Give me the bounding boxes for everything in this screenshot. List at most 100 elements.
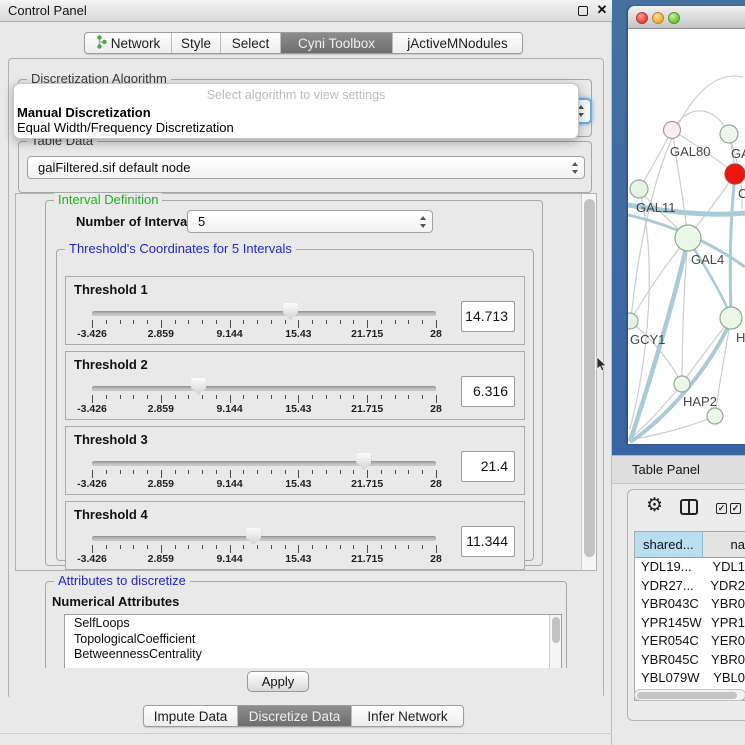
checkbox-icon[interactable]: ✓: [730, 503, 741, 514]
table-row[interactable]: YER054CYER0: [635, 632, 745, 651]
tab-label: Style: [181, 36, 211, 51]
network-node-hap2[interactable]: [674, 376, 690, 392]
node-label: GCY1: [630, 332, 665, 347]
vertical-scrollbar[interactable]: [581, 194, 596, 570]
attributes-legend: Attributes to discretize: [54, 574, 190, 588]
network-view-window: GAL80GACGAL11GAL4GCY1HHAP2: [628, 6, 745, 444]
horizontal-scrollbar[interactable]: [634, 689, 745, 701]
network-node-gal80[interactable]: [664, 122, 681, 139]
tab-impute-data[interactable]: Impute Data: [144, 706, 237, 726]
zoom-traffic-light[interactable]: [668, 12, 680, 24]
tab-network[interactable]: Network: [85, 33, 171, 53]
tab-style[interactable]: Style: [171, 33, 220, 53]
node-label: GAL11: [636, 200, 676, 215]
attribute-list-item[interactable]: TopologicalCoefficient: [65, 631, 561, 647]
gear-icon[interactable]: ⚙: [646, 495, 663, 517]
close-icon[interactable]: ✕: [594, 2, 610, 18]
slider-thumb[interactable]: [191, 378, 206, 395]
tab-label: Network: [111, 36, 161, 51]
tab-select[interactable]: Select: [220, 33, 280, 53]
control-panel-titlebar: Control Panel ✕: [0, 0, 612, 22]
scrollbar-thumb[interactable]: [637, 692, 737, 699]
number-of-intervals-combobox[interactable]: 5: [187, 210, 433, 233]
cell-shared-name[interactable]: YDR27...: [635, 577, 704, 596]
minimize-traffic-light[interactable]: [652, 12, 664, 24]
slider-thumb[interactable]: [356, 453, 371, 470]
network-node-h[interactable]: [720, 307, 742, 329]
threshold-value-field[interactable]: 6.316: [461, 376, 515, 407]
dropdown-option-manual-discretization[interactable]: Manual Discretization: [17, 105, 151, 120]
slider-track[interactable]: [92, 311, 436, 316]
tab-infer-network[interactable]: Infer Network: [351, 706, 463, 726]
column-header-name[interactable]: na: [703, 532, 745, 557]
network-node-c[interactable]: [725, 164, 745, 184]
numerical-attributes-list[interactable]: SelfLoopsTopologicalCoefficientBetweenne…: [64, 614, 562, 670]
table-row[interactable]: YPR145WYPR1: [635, 614, 745, 633]
network-node-gal4[interactable]: [675, 225, 701, 251]
slider-thumb[interactable]: [283, 303, 298, 320]
node-table[interactable]: shared... na YDL19...YDL1YDR27...YDR2YBR…: [634, 531, 745, 701]
close-traffic-light[interactable]: [636, 12, 648, 24]
cell-shared-name[interactable]: YBL079W: [635, 669, 707, 688]
apply-button[interactable]: Apply: [247, 671, 309, 692]
slider-thumb[interactable]: [246, 528, 261, 545]
tab-label: Select: [232, 36, 270, 51]
list-scrollbar[interactable]: [549, 615, 561, 669]
cell-name[interactable]: YBR0: [705, 595, 745, 614]
cell-shared-name[interactable]: YER054C: [635, 632, 705, 651]
network-canvas[interactable]: GAL80GACGAL11GAL4GCY1HHAP2: [628, 29, 745, 444]
column-header-shared-name[interactable]: shared...: [635, 532, 703, 557]
attribute-list-item[interactable]: BetweennessCentrality: [65, 646, 561, 662]
cell-shared-name[interactable]: YPR145W: [635, 614, 705, 633]
tab-jactivemnodules[interactable]: jActiveMNodules: [392, 33, 522, 53]
slider-tick-labels: -3.4262.8599.14415.4321.71528: [92, 478, 436, 490]
cell-shared-name[interactable]: YBR043C: [635, 595, 705, 614]
cell-name[interactable]: YDR2: [704, 577, 745, 596]
threshold-value-field[interactable]: 14.713: [461, 301, 515, 332]
table-row[interactable]: YDL19...YDL1: [635, 558, 745, 577]
thresholds-group: Threshold's Coordinates for 5 Intervals …: [56, 249, 534, 561]
table-panel-window: ⚙ ✓ ✓ shared... na YDL19...YDL1YDR27...Y…: [627, 489, 745, 721]
tab-discretize-data[interactable]: Discretize Data: [237, 706, 351, 726]
stepper-arrows-icon: [578, 105, 585, 117]
cell-name[interactable]: YER0: [705, 632, 745, 651]
dropdown-option-equal-width-frequency[interactable]: Equal Width/Frequency Discretization: [17, 120, 234, 135]
algorithm-dropdown-popup: Select algorithm to view settings Manual…: [13, 83, 579, 139]
float-window-icon[interactable]: [578, 6, 588, 16]
network-window-titlebar[interactable]: [628, 6, 745, 29]
table-row[interactable]: YBR045CYBR0: [635, 651, 745, 670]
columns-icon[interactable]: [680, 499, 698, 515]
slider-ticks: [92, 320, 436, 328]
attribute-list-item[interactable]: SelfLoops: [65, 615, 561, 631]
node-label: H: [736, 330, 745, 345]
slider-track[interactable]: [92, 461, 436, 466]
cell-name[interactable]: YBR0: [705, 651, 745, 670]
network-node[interactable]: [707, 408, 723, 424]
network-node-gcy1[interactable]: [628, 313, 638, 329]
scrollbar-thumb[interactable]: [552, 617, 560, 643]
threshold-label: Threshold 1: [74, 282, 148, 297]
cell-name[interactable]: YPR1: [705, 614, 745, 633]
tab-label: Discretize Data: [249, 709, 341, 724]
tab-cyni-toolbox[interactable]: Cyni Toolbox: [280, 33, 392, 53]
table-data-value: galFiltered.sif default node: [38, 157, 190, 179]
cell-shared-name[interactable]: YDL19...: [635, 558, 706, 577]
table-row[interactable]: YBL079WYBL0: [635, 669, 745, 688]
slider-track[interactable]: [92, 386, 436, 391]
table-data-combobox[interactable]: galFiltered.sif default node: [27, 156, 585, 179]
network-node-gal11[interactable]: [630, 180, 648, 198]
checkbox-icon[interactable]: ✓: [716, 503, 727, 514]
network-node-ga[interactable]: [720, 125, 738, 143]
slider-track[interactable]: [92, 536, 436, 541]
table-row[interactable]: YDR27...YDR2: [635, 577, 745, 596]
threshold-value-field[interactable]: 11.344: [461, 526, 515, 557]
thresholds-legend: Threshold's Coordinates for 5 Intervals: [65, 242, 296, 256]
network-icon: [96, 35, 107, 52]
cell-name[interactable]: YBL0: [707, 669, 745, 688]
threshold-value-field[interactable]: 21.4: [461, 451, 515, 482]
threshold-label: Threshold 4: [74, 507, 148, 522]
table-row[interactable]: YBR043CYBR0: [635, 595, 745, 614]
cell-name[interactable]: YDL1: [706, 558, 745, 577]
cell-shared-name[interactable]: YBR045C: [635, 651, 705, 670]
scrollbar-thumb[interactable]: [584, 199, 595, 557]
